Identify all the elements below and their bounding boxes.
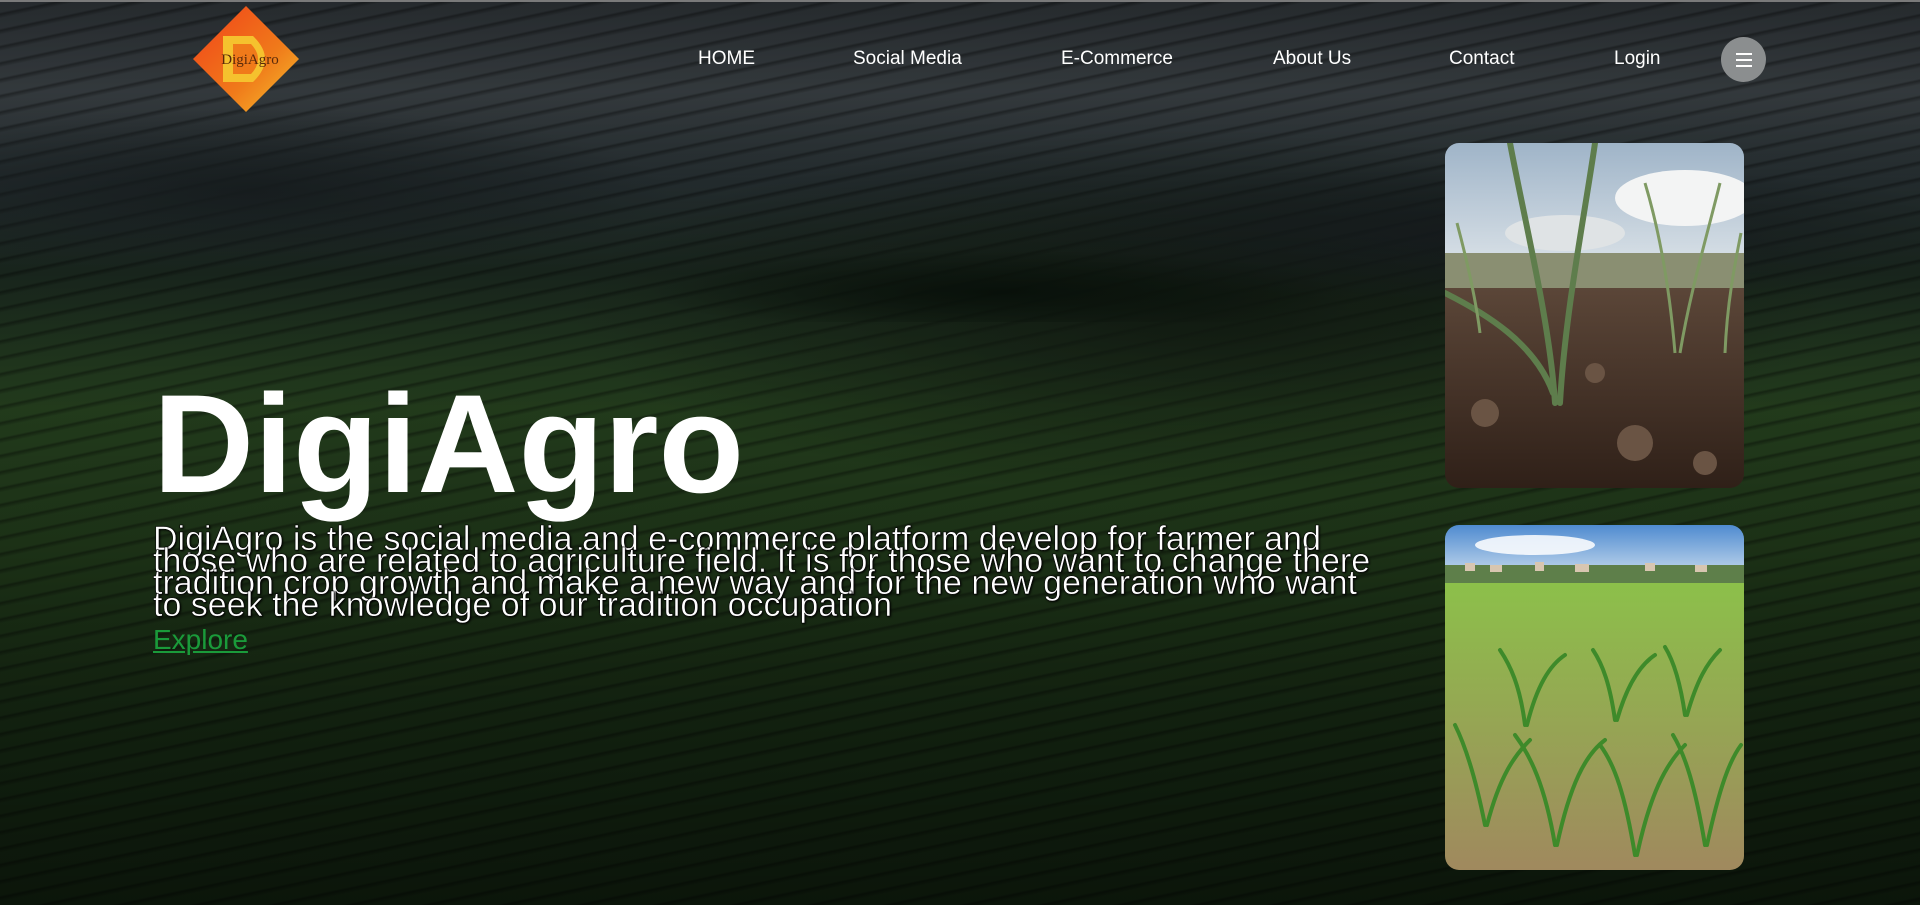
corn-field-image bbox=[1445, 525, 1744, 870]
corn-field-photo bbox=[1445, 525, 1744, 870]
nav-item-contact[interactable]: Contact bbox=[1449, 48, 1514, 70]
hero-description: DigiAgro is the social media and e-comme… bbox=[153, 520, 1371, 624]
landing-page: DigiAgro HOME Social Media E-Commerce Ab… bbox=[0, 0, 1920, 905]
nav-item-login[interactable]: Login bbox=[1614, 48, 1661, 70]
logo-text: DigiAgro bbox=[221, 52, 279, 68]
nav-item-home[interactable]: HOME bbox=[698, 48, 755, 70]
nav-item-e-commerce[interactable]: E-Commerce bbox=[1061, 48, 1173, 70]
garlic-sprouts-image bbox=[1445, 143, 1744, 488]
menu-button[interactable] bbox=[1721, 37, 1766, 82]
hero-title: DigiAgro bbox=[153, 365, 745, 522]
nav-item-about-us[interactable]: About Us bbox=[1273, 48, 1351, 70]
nav-item-social-media[interactable]: Social Media bbox=[853, 48, 962, 70]
logo-diamond-icon: DigiAgro bbox=[193, 6, 299, 112]
digiagro-logo[interactable]: DigiAgro bbox=[193, 6, 299, 112]
explore-link[interactable]: Explore bbox=[153, 624, 248, 656]
garlic-sprouts-photo bbox=[1445, 143, 1744, 488]
hamburger-menu-icon bbox=[1735, 52, 1752, 67]
